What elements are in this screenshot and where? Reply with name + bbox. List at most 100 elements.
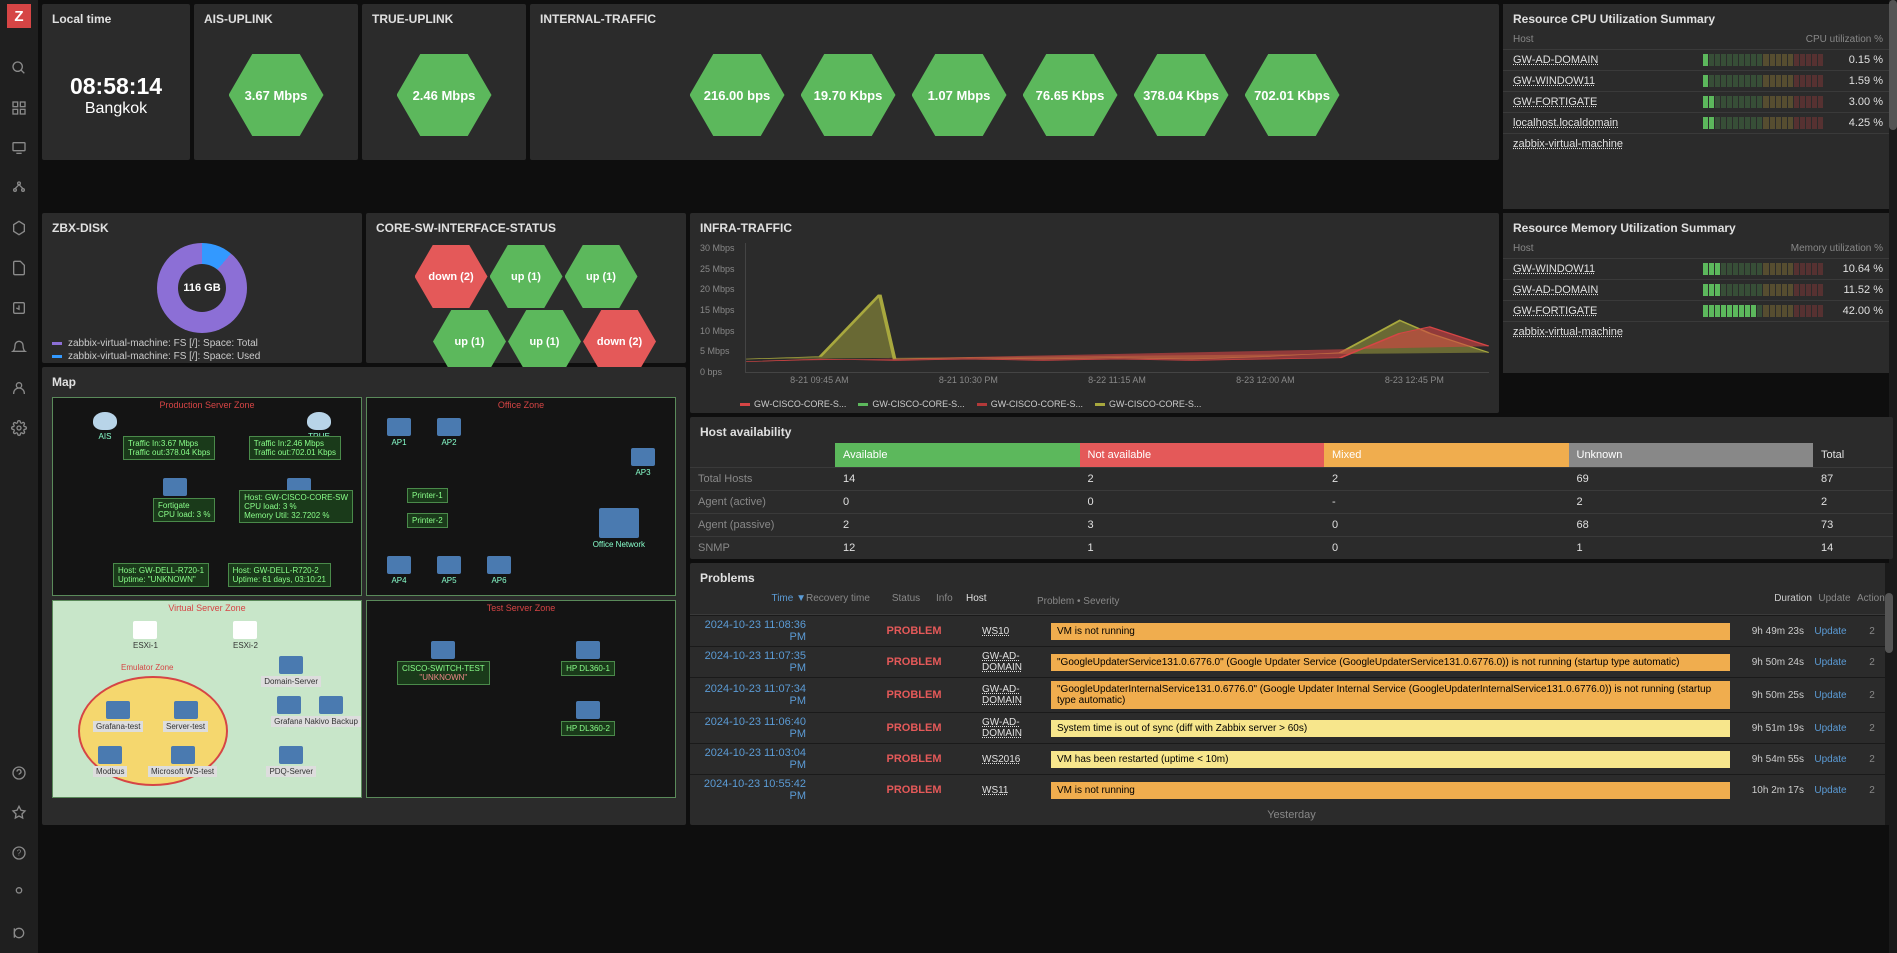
scrollbar[interactable]: [1885, 563, 1893, 825]
hexagon-value[interactable]: 702.01 Kbps: [1245, 54, 1340, 136]
help-icon[interactable]: ?: [9, 843, 29, 863]
update-link[interactable]: Update: [1808, 690, 1853, 701]
problem-text[interactable]: VM has been restarted (uptime < 10m): [1051, 751, 1730, 768]
problem-host[interactable]: GW-AD-DOMAIN: [982, 684, 1047, 706]
update-link[interactable]: Update: [1808, 723, 1853, 734]
problem-text[interactable]: VM is not running: [1051, 623, 1730, 640]
administration-icon[interactable]: [9, 418, 29, 438]
problem-host[interactable]: WS11: [982, 785, 1047, 796]
integrations-icon[interactable]: [9, 803, 29, 823]
cpu-utilization-widget: Resource CPU Utilization Summary HostCPU…: [1503, 4, 1893, 209]
legend-item[interactable]: GW-CISCO-CORE-S...: [977, 399, 1083, 409]
legend-item[interactable]: GW-CISCO-CORE-S...: [740, 399, 846, 409]
host-link[interactable]: GW-AD-DOMAIN: [1513, 54, 1703, 66]
host-link[interactable]: GW-FORTIGATE: [1513, 96, 1703, 108]
hexagon-status[interactable]: up (1): [490, 245, 563, 308]
host-link[interactable]: GW-FORTIGATE: [1513, 305, 1703, 317]
problem-text[interactable]: "GoogleUpdaterInternalService131.0.6776.…: [1051, 681, 1730, 709]
map-zone-office[interactable]: Office Zone AP1 AP2 AP3 Printer-1 Printe…: [366, 397, 676, 596]
col-header[interactable]: Actions: [1857, 593, 1887, 610]
widget-title: INTERNAL-TRAFFIC: [530, 4, 1499, 30]
problem-host[interactable]: WS10: [982, 626, 1047, 637]
host-link[interactable]: GW-WINDOW11: [1513, 75, 1703, 87]
ais-uplink-widget: AIS-UPLINK 3.67 Mbps: [194, 4, 358, 160]
problem-text[interactable]: VM is not running: [1051, 782, 1730, 799]
problem-time[interactable]: 2024-10-23 11:06:40 PM: [696, 716, 806, 740]
update-link[interactable]: Update: [1808, 785, 1853, 796]
hexagon-value[interactable]: 19.70 Kbps: [801, 54, 896, 136]
hexagon-value[interactable]: 378.04 Kbps: [1134, 54, 1229, 136]
problem-row: 2024-10-23 10:55:42 PMPROBLEMWS11VM is n…: [690, 774, 1893, 805]
hexagon-value[interactable]: 1.07 Mbps: [912, 54, 1007, 136]
alerts-icon[interactable]: [9, 338, 29, 358]
hexagon-value[interactable]: 76.65 Kbps: [1023, 54, 1118, 136]
chart-area[interactable]: 30 Mbps25 Mbps20 Mbps15 Mbps10 Mbps5 Mbp…: [690, 239, 1499, 397]
action-count[interactable]: 2: [1857, 657, 1887, 668]
logo[interactable]: Z: [7, 4, 31, 28]
utilization-value: 1.59 %: [1833, 75, 1883, 87]
map-zone-virtual[interactable]: Virtual Server Zone ESXi-1 ESXi-2 Emulat…: [52, 600, 362, 799]
monitoring-icon[interactable]: [9, 138, 29, 158]
col-header: Unknown: [1569, 443, 1814, 467]
col-header[interactable]: Problem • Severity: [1031, 593, 1742, 610]
sign-out-icon[interactable]: [9, 923, 29, 943]
hexagon-value[interactable]: 2.46 Mbps: [397, 54, 492, 136]
data-collection-icon[interactable]: [9, 298, 29, 318]
widget-title: AIS-UPLINK: [194, 4, 358, 30]
host-link[interactable]: localhost.localdomain: [1513, 117, 1703, 129]
user-settings-icon[interactable]: [9, 883, 29, 903]
update-link[interactable]: Update: [1808, 657, 1853, 668]
col-header[interactable]: Time: [771, 593, 793, 604]
update-link[interactable]: Update: [1808, 754, 1853, 765]
problem-host[interactable]: GW-AD-DOMAIN: [982, 651, 1047, 673]
col-header[interactable]: Info: [936, 593, 966, 610]
problem-text[interactable]: "GoogleUpdaterService131.0.6776.0" (Goog…: [1051, 654, 1730, 671]
action-count[interactable]: 2: [1857, 626, 1887, 637]
hexagon-status[interactable]: down (2): [415, 245, 488, 308]
hexagon-status[interactable]: up (1): [433, 310, 506, 373]
inventory-icon[interactable]: [9, 218, 29, 238]
action-count[interactable]: 2: [1857, 690, 1887, 701]
problem-text[interactable]: System time is out of sync (diff with Za…: [1051, 720, 1730, 737]
col-header[interactable]: Update: [1812, 593, 1857, 610]
resource-row: GW-WINDOW11 1.59 %: [1503, 70, 1893, 91]
legend-item[interactable]: GW-CISCO-CORE-S...: [1095, 399, 1201, 409]
update-link[interactable]: Update: [1808, 626, 1853, 637]
action-count[interactable]: 2: [1857, 723, 1887, 734]
hexagon-status[interactable]: up (1): [508, 310, 581, 373]
dashboards-icon[interactable]: [9, 98, 29, 118]
users-icon[interactable]: [9, 378, 29, 398]
col-header: Available: [835, 443, 1080, 467]
col-header[interactable]: Status: [876, 593, 936, 610]
support-icon[interactable]: [9, 763, 29, 783]
map-widget: Map Production Server Zone AIS TRUE Traf…: [42, 367, 686, 825]
problem-host[interactable]: WS2016: [982, 754, 1047, 765]
col-header[interactable]: Duration: [1742, 593, 1812, 610]
problem-time[interactable]: 2024-10-23 11:07:35 PM: [696, 650, 806, 674]
problem-time[interactable]: 2024-10-23 11:07:34 PM: [696, 683, 806, 707]
hexagon-value[interactable]: 3.67 Mbps: [229, 54, 324, 136]
donut-chart[interactable]: 116 GB: [157, 243, 247, 333]
hexagon-status[interactable]: up (1): [565, 245, 638, 308]
problem-time[interactable]: 2024-10-23 11:08:36 PM: [696, 619, 806, 643]
host-link[interactable]: GW-WINDOW11: [1513, 263, 1703, 275]
action-count[interactable]: 2: [1857, 754, 1887, 765]
legend-item[interactable]: GW-CISCO-CORE-S...: [858, 399, 964, 409]
host-link[interactable]: zabbix-virtual-machine: [1513, 138, 1883, 150]
col-header[interactable]: Recovery time: [806, 593, 876, 610]
host-link[interactable]: GW-AD-DOMAIN: [1513, 284, 1703, 296]
action-count[interactable]: 2: [1857, 785, 1887, 796]
problem-host[interactable]: GW-AD-DOMAIN: [982, 717, 1047, 739]
reports-icon[interactable]: [9, 258, 29, 278]
search-icon[interactable]: [9, 58, 29, 78]
map-zone-production[interactable]: Production Server Zone AIS TRUE Traffic …: [52, 397, 362, 596]
problem-time[interactable]: 2024-10-23 11:03:04 PM: [696, 747, 806, 771]
hexagon-status[interactable]: down (2): [583, 310, 656, 373]
hexagon-value[interactable]: 216.00 bps: [690, 54, 785, 136]
utilization-bar: [1703, 284, 1823, 296]
col-header[interactable]: Host: [966, 593, 1031, 610]
map-zone-test[interactable]: Test Server Zone CISCO-SWITCH-TEST"UNKNO…: [366, 600, 676, 799]
host-link[interactable]: zabbix-virtual-machine: [1513, 326, 1883, 338]
services-icon[interactable]: [9, 178, 29, 198]
problem-time[interactable]: 2024-10-23 10:55:42 PM: [696, 778, 806, 802]
